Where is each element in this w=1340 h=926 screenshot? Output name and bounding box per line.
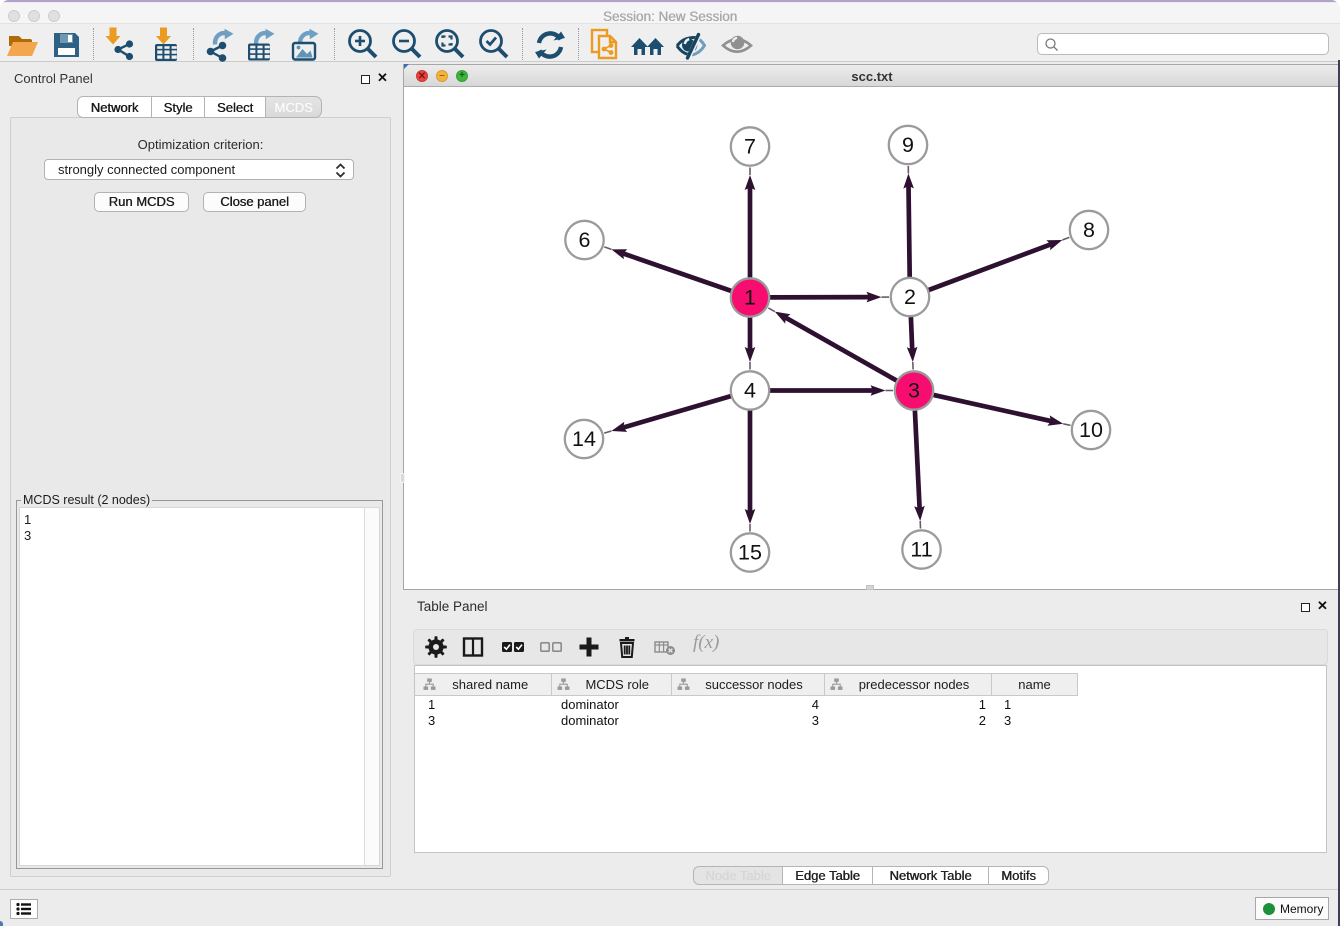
svg-text:11: 11 bbox=[910, 538, 932, 562]
svg-text:6: 6 bbox=[579, 228, 591, 252]
svg-text:15: 15 bbox=[738, 541, 762, 565]
svg-text:8: 8 bbox=[1083, 218, 1095, 242]
svg-text:7: 7 bbox=[744, 135, 756, 159]
svg-text:9: 9 bbox=[902, 133, 914, 157]
svg-text:10: 10 bbox=[1079, 418, 1103, 442]
svg-text:3: 3 bbox=[908, 379, 920, 403]
svg-text:14: 14 bbox=[572, 427, 596, 451]
svg-text:1: 1 bbox=[744, 286, 756, 310]
svg-text:2: 2 bbox=[904, 285, 916, 309]
svg-text:4: 4 bbox=[744, 379, 756, 403]
